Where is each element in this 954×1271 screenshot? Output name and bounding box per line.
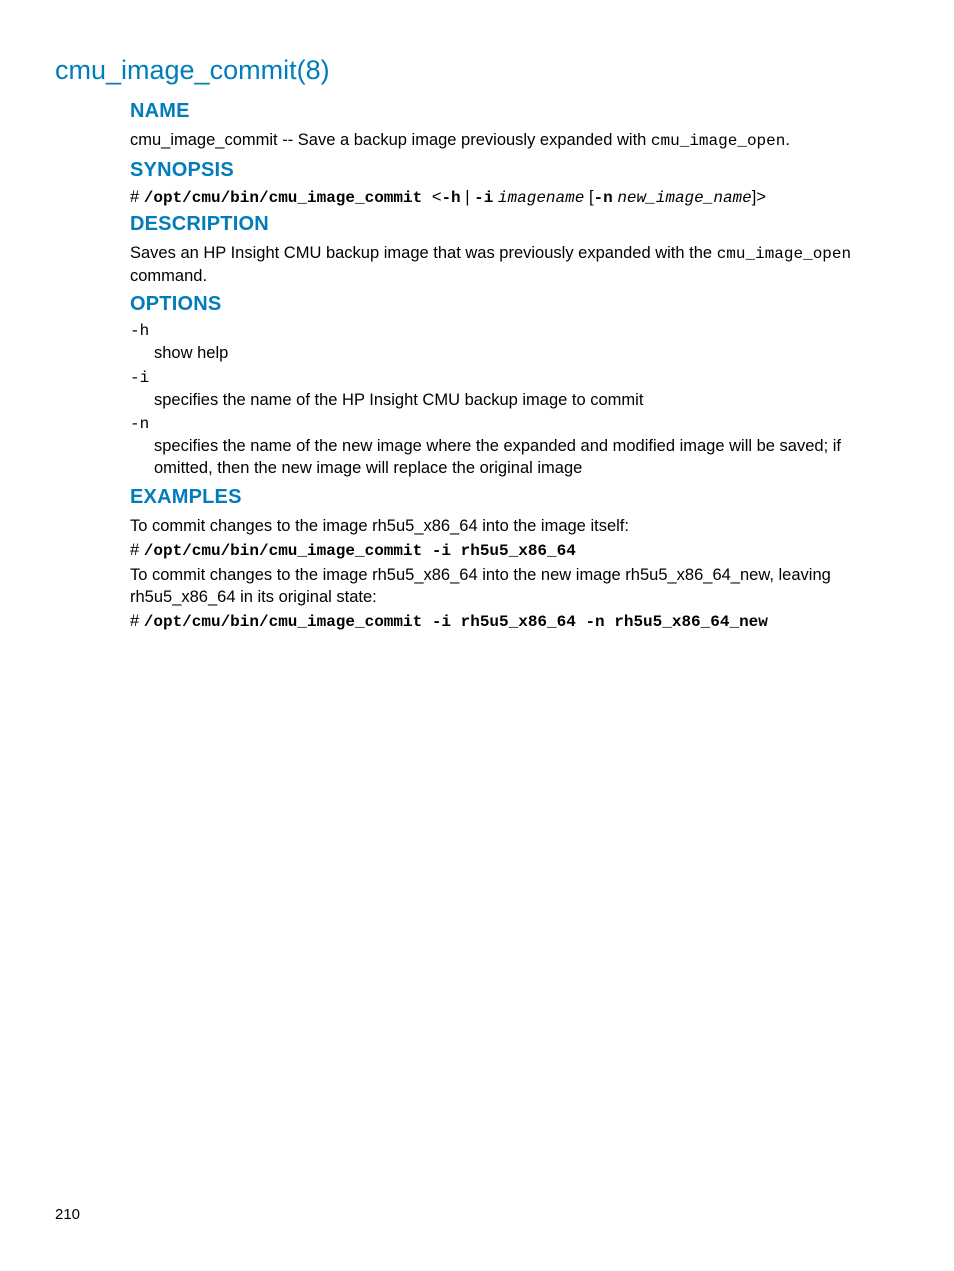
section-heading-examples: EXAMPLES [130, 486, 899, 509]
option-desc-i: specifies the name of the HP Insight CMU… [154, 389, 899, 411]
name-text: cmu_image_commit -- Save a backup image … [130, 129, 899, 153]
example-intro-1: To commit changes to the image rh5u5_x86… [130, 515, 899, 537]
example-cmd-2: # /opt/cmu/bin/cmu_image_commit -i rh5u5… [130, 612, 899, 631]
example-cmd-1: # /opt/cmu/bin/cmu_image_commit -i rh5u5… [130, 541, 899, 560]
synopsis-pipe: | [461, 188, 474, 206]
synopsis-lt: < [432, 188, 442, 206]
section-heading-synopsis: SYNOPSIS [130, 159, 899, 182]
name-text-code: cmu_image_open [651, 132, 785, 150]
option-flag-n: -n [130, 415, 899, 433]
section-heading-options: OPTIONS [130, 293, 899, 316]
content-block: NAME cmu_image_commit -- Save a backup i… [130, 100, 899, 631]
page-title: cmu_image_commit(8) [55, 55, 899, 86]
synopsis-cmd: /opt/cmu/bin/cmu_image_commit [144, 189, 432, 207]
man-page: cmu_image_commit(8) NAME cmu_image_commi… [0, 0, 954, 1271]
synopsis-command: # /opt/cmu/bin/cmu_image_commit <-h | -i… [130, 188, 899, 207]
synopsis-flag-i: -i [474, 189, 493, 207]
page-number: 210 [55, 1206, 80, 1223]
option-desc-n: specifies the name of the new image wher… [154, 435, 899, 480]
example-cmd-1-hash: # [130, 541, 144, 559]
example-intro-2: To commit changes to the image rh5u5_x86… [130, 564, 899, 609]
synopsis-arg-imagename: imagename [498, 189, 584, 207]
section-heading-name: NAME [130, 100, 899, 123]
name-text-post: . [785, 131, 790, 149]
description-text-code: cmu_image_open [717, 245, 851, 263]
synopsis-hash: # [130, 188, 144, 206]
example-cmd-1-text: /opt/cmu/bin/cmu_image_commit -i rh5u5_x… [144, 542, 576, 560]
description-text-post: command. [130, 267, 207, 285]
synopsis-rbracket: ]> [752, 188, 766, 206]
synopsis-flag-n: -n [594, 189, 613, 207]
option-flag-i: -i [130, 369, 899, 387]
section-heading-description: DESCRIPTION [130, 213, 899, 236]
option-flag-h: -h [130, 322, 899, 340]
synopsis-arg-newname: new_image_name [617, 189, 751, 207]
example-cmd-2-text: /opt/cmu/bin/cmu_image_commit -i rh5u5_x… [144, 613, 768, 631]
option-desc-h: show help [154, 342, 899, 364]
name-text-pre: cmu_image_commit -- Save a backup image … [130, 131, 651, 149]
description-text: Saves an HP Insight CMU backup image tha… [130, 242, 899, 288]
description-text-pre: Saves an HP Insight CMU backup image tha… [130, 244, 717, 262]
example-cmd-2-hash: # [130, 612, 144, 630]
synopsis-flag-h: -h [441, 189, 460, 207]
